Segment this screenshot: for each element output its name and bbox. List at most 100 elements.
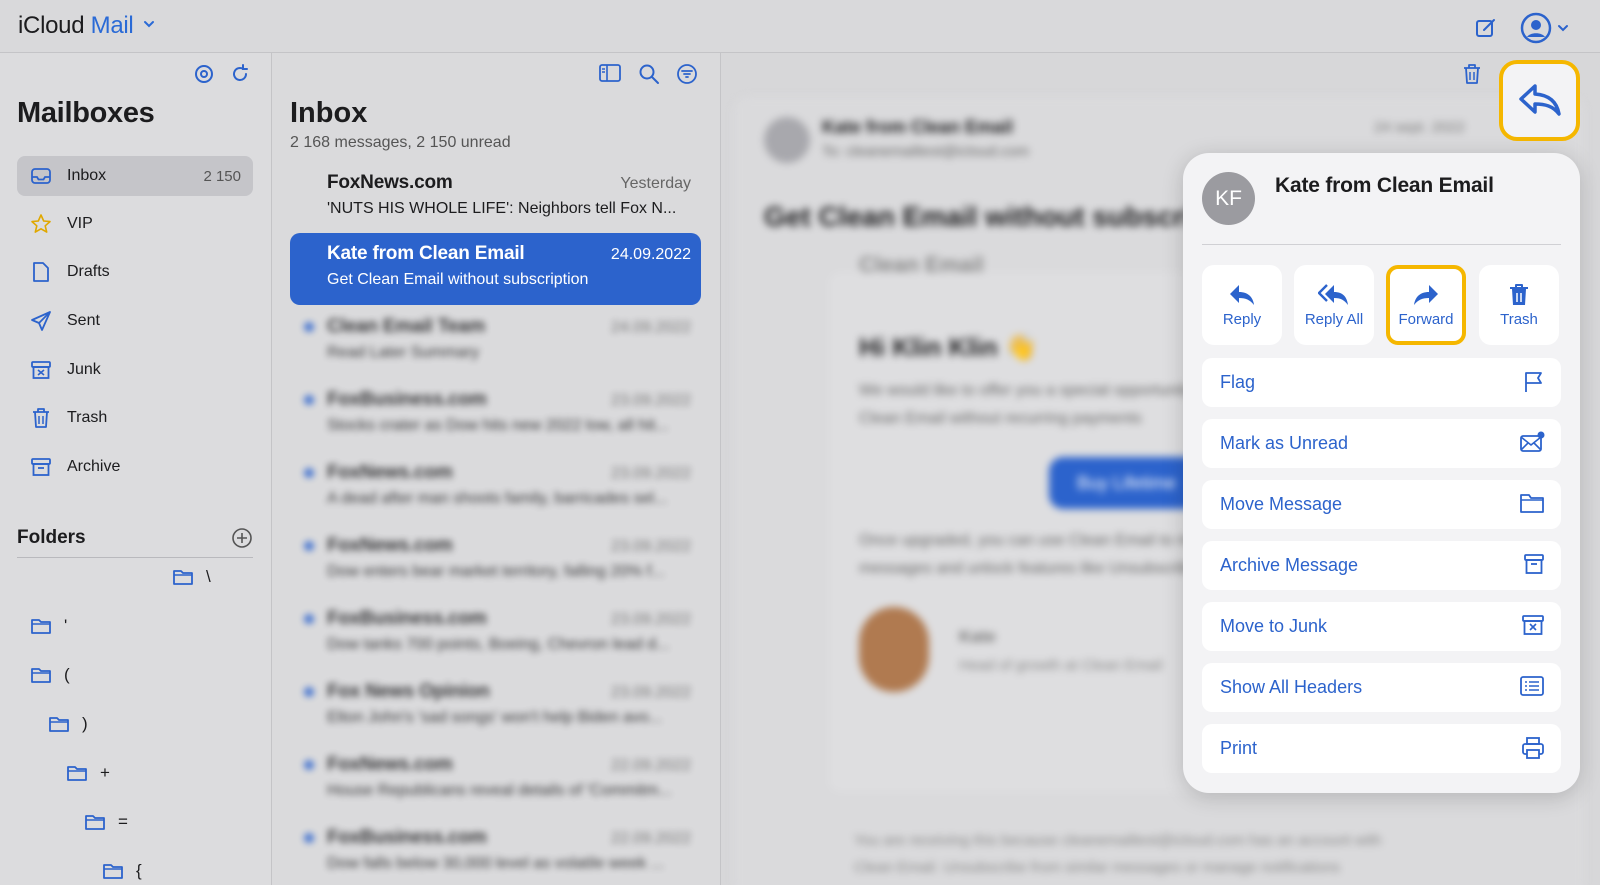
reply-all-icon	[1318, 283, 1348, 305]
message-row[interactable]: FoxNews.com 23.09.2022 A dead after man sh…	[290, 452, 701, 524]
message-subject: Dow falls below 30,000 level as volatile…	[327, 855, 665, 872]
sidebar-item-label: VIP	[67, 215, 93, 232]
trash-icon[interactable]	[1462, 63, 1482, 85]
message-row[interactable]: Fox News Opinion 23.09.2022 Elton John's '…	[290, 671, 701, 743]
unread-count: 2 150	[203, 167, 241, 185]
email-text-4: messages and unlock features like Unsubs…	[859, 560, 1204, 577]
folder-icon	[67, 766, 87, 781]
trash-icon	[1510, 283, 1528, 305]
top-bar: iCloud Mail	[0, 0, 1600, 53]
folder-icon	[103, 864, 123, 879]
brand-mail: Mail	[90, 12, 134, 39]
message-subject: Dow enters bear market territory, fallin…	[327, 563, 665, 580]
reader-sender: Kate from Clean Email	[822, 117, 1014, 137]
folder-label: {	[136, 861, 142, 880]
message-subject: Elton John's 'sad songs' won't help Bide…	[327, 709, 663, 726]
email-text-2: Clean Email without recurring payments	[859, 410, 1142, 427]
reply-action-button[interactable]: Reply	[1202, 265, 1282, 345]
folder-item[interactable]: {	[102, 861, 142, 881]
menu-item-label: Archive Message	[1220, 555, 1359, 575]
settings-icon[interactable]	[193, 63, 215, 85]
message-subject: Read Later Summary	[327, 344, 480, 361]
unread-dot	[304, 541, 314, 551]
mailbox-sidebar: Mailboxes Inbox 2 150 VIP Drafts Sent Ju…	[0, 53, 272, 885]
email-footer-1: You are receiving this because cleanemai…	[854, 832, 1382, 849]
folder-item[interactable]: =	[84, 812, 128, 832]
reply-icon	[1518, 83, 1561, 116]
trash-action-button[interactable]: Trash	[1479, 265, 1559, 345]
signature-name: Kate	[959, 627, 996, 646]
folder-item[interactable]: \	[172, 567, 211, 587]
inbox-summary: 2 168 messages, 2 150 unread	[290, 134, 511, 151]
unread-dot	[304, 395, 314, 405]
message-subject: Dow tanks 700 points, Boeing, Chevron le…	[327, 636, 670, 653]
sidebar-item-inbox[interactable]: Inbox 2 150	[17, 156, 253, 196]
message-subject: A dead after man shoots family, barricad…	[327, 490, 668, 507]
message-row[interactable]: FoxNews.com 22.09.2022 House Republicans r…	[290, 744, 701, 816]
message-date: 23.09.2022	[610, 465, 691, 482]
email-text-3: Once upgraded, you can use Clean Email t…	[859, 532, 1236, 549]
chevron-down-icon[interactable]	[142, 17, 156, 31]
sidebar-toggle-icon[interactable]	[598, 63, 622, 83]
sidebar-item-label: Junk	[67, 361, 101, 378]
sidebar-item-sent[interactable]: Sent	[17, 301, 253, 341]
menu-item-label: Move Message	[1220, 494, 1343, 514]
account-menu[interactable]	[1520, 12, 1570, 44]
folders-title: Folders	[17, 527, 86, 548]
junk-box-icon	[29, 358, 53, 382]
message-row[interactable]: FoxNews.com Yesterday 'NUTS HIS WHOLE LI…	[290, 162, 701, 234]
message-row[interactable]: FoxNews.com 23.09.2022 Dow enters bear mar…	[290, 525, 701, 597]
message-date: 23.09.2022	[610, 611, 691, 628]
sidebar-item-label: Sent	[67, 312, 100, 329]
unread-dot	[304, 760, 314, 770]
show-headers-menu-item[interactable]: Show All Headers	[1202, 663, 1561, 712]
signature-role: Head of growth at Clean Email	[959, 657, 1163, 674]
account-icon	[1520, 12, 1552, 44]
email-footer-2: Clean Email. Unsubscribe from similar me…	[854, 859, 1341, 876]
flag-menu-item[interactable]: Flag	[1202, 358, 1561, 407]
message-row[interactable]: Clean Email Team 24.09.2022 Read Later Sum…	[290, 306, 701, 378]
print-menu-item[interactable]: Print	[1202, 724, 1561, 773]
message-row-selected[interactable]: Kate from Clean Email 24.09.2022 Get Cle…	[290, 233, 701, 305]
folder-item[interactable]: )	[48, 714, 88, 734]
sidebar-item-trash[interactable]: Trash	[17, 398, 253, 438]
menu-item-label: Mark as Unread	[1220, 433, 1349, 453]
sidebar-item-drafts[interactable]: Drafts	[17, 252, 253, 292]
app-title[interactable]: iCloud Mail	[18, 12, 156, 40]
message-date: 23.09.2022	[610, 392, 691, 409]
folder-item[interactable]: '	[30, 616, 67, 636]
sidebar-item-junk[interactable]: Junk	[17, 350, 253, 390]
search-icon[interactable]	[638, 63, 660, 85]
email-text-1: We would like to offer you a special opp…	[859, 382, 1205, 399]
folder-icon	[85, 815, 105, 830]
add-folder-icon[interactable]	[231, 527, 253, 549]
sidebar-item-label: Drafts	[67, 263, 110, 280]
inbox-icon	[29, 164, 53, 188]
mark-unread-menu-item[interactable]: Mark as Unread	[1202, 419, 1561, 468]
mailboxes-title: Mailboxes	[17, 97, 155, 129]
message-date: 22.09.2022	[610, 757, 691, 774]
move-to-junk-menu-item[interactable]: Move to Junk	[1202, 602, 1561, 651]
message-date: 24.09.2022	[610, 319, 691, 336]
message-date: Yesterday	[620, 175, 691, 192]
refresh-icon[interactable]	[229, 63, 251, 85]
forward-label: Forward	[1398, 310, 1454, 328]
forward-action-button[interactable]: Forward	[1386, 265, 1466, 345]
message-row[interactable]: FoxBusiness.com 22.09.2022 Dow falls below…	[290, 817, 701, 885]
unread-dot	[304, 833, 314, 843]
filter-icon[interactable]	[676, 63, 698, 85]
move-message-menu-item[interactable]: Move Message	[1202, 480, 1561, 529]
sidebar-item-vip[interactable]: VIP	[17, 204, 253, 244]
sidebar-item-archive[interactable]: Archive	[17, 447, 253, 487]
archive-message-menu-item[interactable]: Archive Message	[1202, 541, 1561, 590]
message-row[interactable]: FoxBusiness.com 23.09.2022 Stocks crater a…	[290, 379, 701, 451]
compose-icon[interactable]	[1474, 16, 1498, 40]
folder-label: (	[64, 665, 70, 684]
unread-dot	[304, 614, 314, 624]
folder-item[interactable]: (	[30, 665, 70, 685]
sender-avatar: KF	[1202, 172, 1255, 225]
reply-all-action-button[interactable]: Reply All	[1294, 265, 1374, 345]
folder-item[interactable]: +	[66, 763, 110, 783]
reply-button[interactable]	[1499, 60, 1580, 141]
message-row[interactable]: FoxBusiness.com 23.09.2022 Dow tanks 700 p…	[290, 598, 701, 670]
